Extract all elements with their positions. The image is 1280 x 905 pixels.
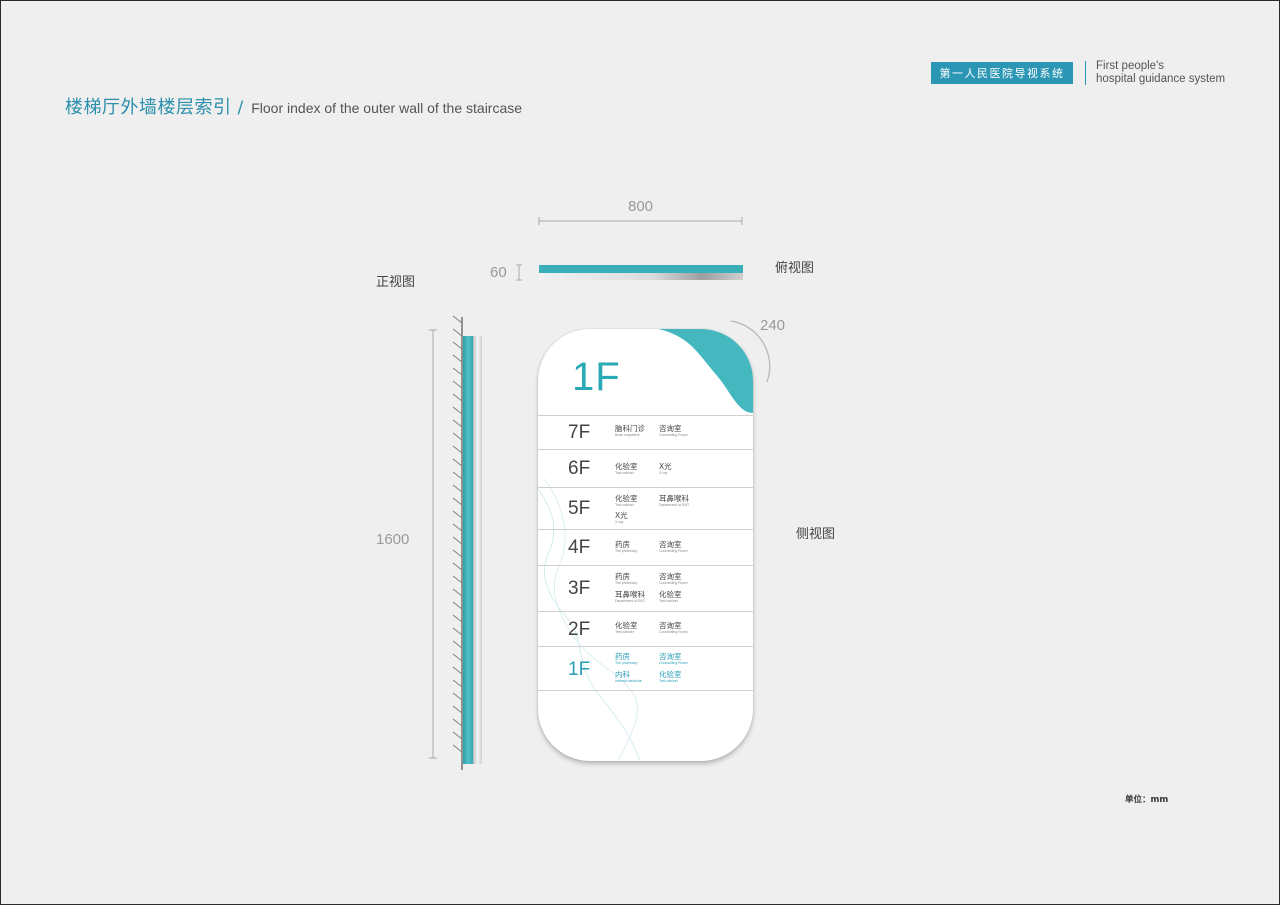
depth-dimension-line (516, 264, 522, 281)
department-name-cn: 咨询室 (659, 572, 682, 581)
side-view-panel (463, 336, 482, 764)
department-entry: 咨询室 Counselling Room (659, 621, 711, 634)
floor-row-4f: 4F 药房 The pharmacy 咨询室 Counselling Room (538, 529, 753, 565)
department-entry: 咨询室 Counselling Room (659, 424, 711, 437)
department-name-en: Department of ENT (659, 503, 690, 507)
floor-number: 7F (568, 422, 591, 443)
department-name-cn: 咨询室 (659, 424, 682, 433)
height-dimension-line (429, 329, 437, 759)
department-name-en: X-ray (659, 471, 668, 475)
department-name-cn: 咨询室 (659, 540, 682, 549)
department-entry: X光 X-ray (615, 511, 667, 524)
current-floor-indicator: 1F (572, 355, 621, 399)
department-name-en: Counselling Room (659, 661, 688, 665)
department-entry: 化验室 Test cabinet (659, 590, 711, 603)
department-name-cn: 咨询室 (659, 652, 682, 661)
floor-index-sign: 1F 7F 脑科门诊 Brain outpatient 咨询室 Counselling … (538, 329, 753, 761)
department-name-en: Counselling Room (659, 549, 688, 553)
department-name-en: Counselling Room (659, 630, 688, 634)
floor-number: 4F (568, 537, 591, 558)
department-entry: 咨询室 Counselling Room (659, 540, 711, 553)
floor-row-5f: 5F 化验室 Test cabinet 耳鼻喉科 Department of ENT X光… (538, 487, 753, 529)
department-name-en: Test cabinet (659, 679, 678, 683)
department-name-en: Counselling Room (659, 433, 688, 437)
floor-row-6f: 6F 化验室 Test cabinet X光 X-ray (538, 449, 753, 487)
department-name-cn: 耳鼻喉科 (659, 494, 689, 503)
department-name-cn: 化验室 (659, 590, 682, 599)
wall-hatching (452, 315, 463, 770)
department-entry: 耳鼻喉科 Department of ENT (659, 494, 711, 507)
floor-number: 2F (568, 618, 591, 640)
floor-number: 5F (568, 498, 591, 519)
top-view-bar (539, 265, 743, 280)
floor-number: 3F (568, 578, 591, 599)
department-entry: X光 X-ray (659, 462, 711, 475)
department-name-cn: X光 (615, 511, 628, 520)
floor-row-3f: 3F 药房 The pharmacy 咨询室 Counselling Room 耳鼻喉科 D… (538, 565, 753, 611)
department-entry: 咨询室 Counselling Room (659, 572, 711, 585)
department-name-cn: X光 (659, 462, 672, 471)
department-name-en: Counselling Room (659, 581, 688, 585)
department-name-cn: 咨询室 (659, 621, 682, 630)
department-name-cn: 化验室 (659, 670, 682, 679)
floor-row-2f: 2F 化验室 Test cabinet 咨询室 Counselling Room (538, 611, 753, 646)
floor-number: 1F (568, 658, 591, 680)
floor-row-1f: 1F 药房 The pharmacy 咨询室 Counselling Room 内科 Int… (538, 646, 753, 691)
department-name-en: X-ray (615, 520, 624, 524)
floor-row-7f: 7F 脑科门诊 Brain outpatient 咨询室 Counselling Roo… (538, 415, 753, 449)
floor-number: 6F (568, 458, 591, 479)
department-name-en: Test cabinet (659, 599, 678, 603)
department-entry: 咨询室 Counselling Room (659, 652, 711, 665)
unit-label: 单位：mm (1125, 795, 1169, 805)
width-dimension-line (538, 217, 743, 225)
department-entry: 化验室 Test cabinet (659, 670, 711, 683)
